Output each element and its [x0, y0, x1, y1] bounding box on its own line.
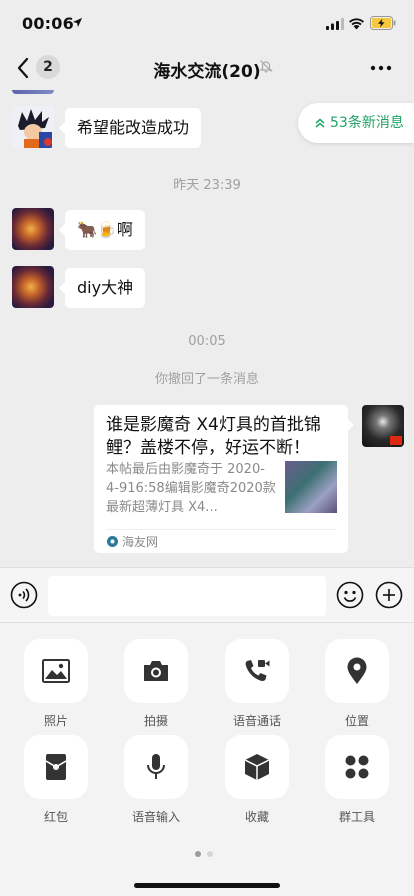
avatar[interactable] [12, 90, 54, 94]
new-messages-label: 53条新消息 [330, 115, 404, 131]
camera-button[interactable]: 拍摄 [116, 639, 196, 729]
message-bubble[interactable]: diy大神 [58, 268, 146, 308]
voice-call-label: 语音通话 [232, 714, 281, 728]
link-card-description: 本帖最后由影魔奇于 2020-4-916:58编辑影魔奇2020款最新超薄灯具 … [106, 462, 276, 515]
double-chevron-up-icon [315, 118, 325, 128]
link-card-source: 海友网 [122, 535, 159, 549]
chat-header: 2 海水交流(20) [0, 46, 414, 90]
my-avatar[interactable] [362, 405, 404, 447]
red-packet-label: 红包 [43, 810, 68, 824]
muted-bell-icon [259, 60, 273, 73]
voice-input-label: 语音输入 [131, 810, 180, 824]
page-dot-active [195, 851, 201, 857]
voice-call-icon [245, 660, 270, 682]
message-bubble[interactable]: 希望能改造成功 [58, 108, 202, 148]
favorites-button[interactable]: 收藏 [217, 735, 297, 825]
link-card-title: 谁是影魔奇 X4灯具的首批锦鲤？盖楼不停，好运不断！ [106, 415, 321, 458]
avatar[interactable] [12, 208, 54, 250]
photo-label: 照片 [43, 714, 68, 728]
location-icon [347, 657, 367, 684]
flag-badge [390, 436, 402, 445]
microphone-icon [147, 754, 165, 779]
avatar[interactable] [12, 266, 54, 308]
message-bubble[interactable]: 🐂🍺啊 [59, 210, 145, 250]
group-tools-button[interactable]: 群工具 [317, 735, 397, 825]
favorites-label: 收藏 [244, 810, 269, 824]
avatar[interactable] [12, 106, 54, 148]
group-tools-icon [345, 755, 369, 779]
wifi-icon [349, 18, 364, 30]
camera-label: 拍摄 [143, 714, 168, 728]
link-card-thumbnail [285, 461, 337, 513]
more-options-icon[interactable] [370, 64, 392, 72]
more-actions-plus-icon[interactable] [375, 581, 403, 609]
favorites-icon [244, 754, 270, 780]
website-logo-icon [107, 536, 118, 547]
cellular-signal-icon [326, 18, 344, 30]
chat-title: 海水交流(20) [153, 62, 261, 82]
location-button[interactable]: 位置 [317, 639, 397, 729]
location-label: 位置 [344, 714, 369, 728]
timestamp: 00:05 [188, 334, 226, 349]
voice-input-button[interactable]: 语音输入 [116, 735, 196, 825]
page-dot [207, 851, 213, 857]
emoji-icon[interactable] [336, 581, 364, 609]
camera-icon [144, 661, 168, 681]
home-indicator[interactable] [134, 883, 280, 888]
message-input-bar [0, 567, 414, 623]
battery-charging-icon [370, 16, 396, 30]
photo-icon [42, 659, 70, 683]
chat-message-list[interactable]: 希望能改造成功 53条新消息 昨天 23:39 🐂🍺啊 diy大神 00:05 … [0, 90, 414, 567]
red-packet-icon [45, 754, 67, 780]
avatar-illustration [12, 106, 54, 148]
more-actions-panel: 照片 拍摄 语音通话 位置 红包 语音输入 收藏 群工具 [0, 623, 414, 896]
red-packet-button[interactable]: 红包 [16, 735, 96, 825]
voice-mode-icon[interactable] [10, 581, 38, 609]
voice-call-button[interactable]: 语音通话 [217, 639, 297, 729]
timestamp: 昨天 23:39 [173, 178, 241, 193]
shared-link-card[interactable]: 谁是影魔奇 X4灯具的首批锦鲤？盖楼不停，好运不断！ 本帖最后由影魔奇于 202… [94, 405, 354, 553]
group-tools-label: 群工具 [338, 810, 375, 824]
recalled-message-notice: 你撤回了一条消息 [154, 372, 259, 387]
divider [106, 529, 336, 530]
new-messages-button[interactable]: 53条新消息 [298, 103, 414, 143]
page-indicator [195, 842, 219, 861]
message-input[interactable] [48, 576, 326, 616]
location-arrow-icon [72, 17, 83, 28]
status-time: 00:06 [22, 14, 74, 33]
status-bar: 00:06 [0, 0, 414, 46]
photo-button[interactable]: 照片 [16, 639, 96, 729]
